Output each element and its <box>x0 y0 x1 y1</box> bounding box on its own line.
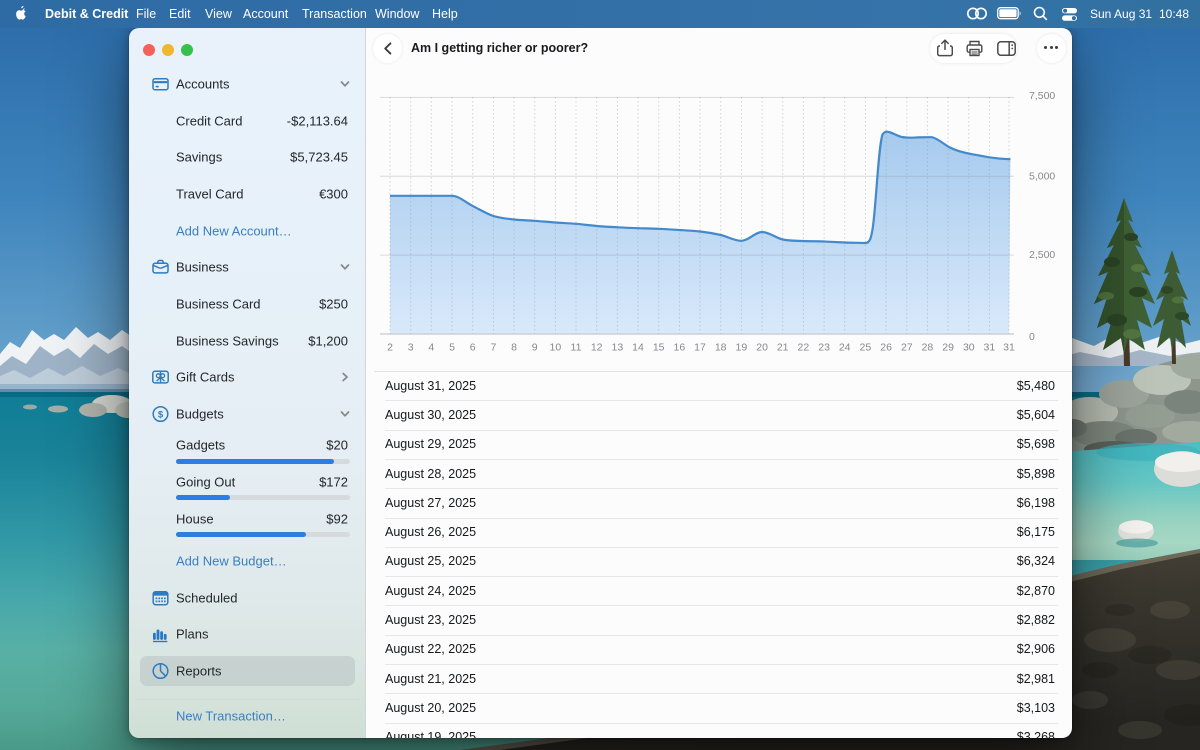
svg-text:21: 21 <box>777 342 789 354</box>
svg-text:20: 20 <box>756 342 768 354</box>
svg-text:7: 7 <box>490 342 496 354</box>
svg-text:5,000: 5,000 <box>1029 171 1055 183</box>
svg-text:11: 11 <box>571 342 582 354</box>
svg-text:23: 23 <box>818 342 830 354</box>
svg-text:31: 31 <box>1003 342 1015 354</box>
svg-text:19: 19 <box>736 342 748 354</box>
svg-text:13: 13 <box>612 342 624 354</box>
svg-text:3: 3 <box>408 342 414 354</box>
svg-text:2: 2 <box>387 342 393 354</box>
svg-text:2,500: 2,500 <box>1029 249 1055 261</box>
svg-text:5: 5 <box>449 342 455 354</box>
svg-text:27: 27 <box>901 342 913 354</box>
svg-text:14: 14 <box>632 342 644 354</box>
svg-text:9: 9 <box>532 342 538 354</box>
svg-text:17: 17 <box>694 342 706 354</box>
svg-text:26: 26 <box>880 342 892 354</box>
svg-text:24: 24 <box>839 342 851 354</box>
svg-text:4: 4 <box>428 342 434 354</box>
svg-text:31: 31 <box>984 342 996 354</box>
svg-text:0: 0 <box>1029 331 1035 343</box>
svg-text:8: 8 <box>511 342 517 354</box>
svg-text:30: 30 <box>963 342 975 354</box>
svg-text:15: 15 <box>653 342 665 354</box>
svg-text:12: 12 <box>591 342 603 354</box>
svg-text:7,500: 7,500 <box>1029 90 1055 102</box>
svg-text:16: 16 <box>674 342 686 354</box>
svg-text:18: 18 <box>715 342 727 354</box>
svg-text:25: 25 <box>860 342 872 354</box>
svg-text:10: 10 <box>550 342 562 354</box>
svg-text:$: $ <box>158 409 164 420</box>
svg-text:29: 29 <box>942 342 954 354</box>
svg-text:6: 6 <box>470 342 476 354</box>
svg-text:22: 22 <box>798 342 810 354</box>
svg-text:28: 28 <box>922 342 934 354</box>
